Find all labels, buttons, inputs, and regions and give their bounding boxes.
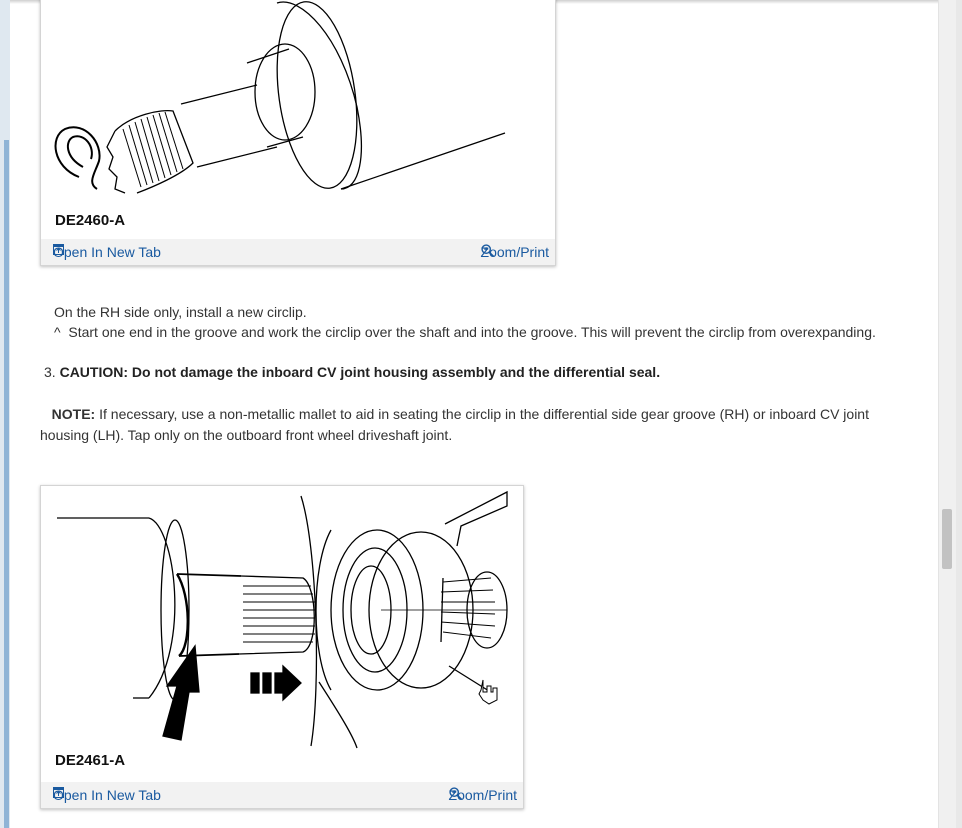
note-paragraph: NOTE: If necessary, use a non-metallic m…	[40, 404, 900, 446]
bullet-text: Start one end in the groove and work the…	[68, 324, 876, 340]
bullet-marker: ^	[54, 324, 61, 340]
magnifier-icon	[448, 787, 462, 800]
figure-caption: DE2460-A	[55, 212, 126, 229]
open-new-tab-icon	[53, 787, 64, 798]
open-new-tab-icon	[53, 244, 64, 255]
figure-caption: DE2461-A	[55, 752, 126, 769]
note-label: NOTE:	[51, 406, 96, 422]
open-in-new-tab-label: Open In New Tab	[53, 244, 161, 260]
figure-toolbar: Open In New Tab Zoom/Print	[41, 239, 555, 265]
left-accent-strip	[4, 140, 9, 828]
step-3-caution: 3. CAUTION: Do not damage the inboard CV…	[44, 362, 660, 383]
figure-de2460: DE2460-A Open In New Tab Zoom/Print	[40, 0, 556, 266]
window-left-edge	[0, 0, 10, 828]
figure-de2461: DE2461-A Open In New Tab Zoom/Print	[40, 485, 524, 809]
open-in-new-tab-link[interactable]: Open In New Tab	[53, 244, 161, 260]
scrollbar-edge	[956, 0, 962, 828]
zoom-print-link[interactable]: Zoom/Print	[481, 244, 549, 260]
hand-pointer-icon	[478, 679, 498, 705]
open-in-new-tab-label: Open In New Tab	[53, 787, 161, 803]
caution-text: CAUTION: Do not damage the inboard CV jo…	[59, 364, 661, 380]
step-number: 3.	[44, 364, 56, 380]
scrollbar-thumb[interactable]	[942, 509, 952, 569]
illustration-shaft-insertion	[57, 490, 508, 749]
step-intro-text: On the RH side only, install a new circl…	[54, 304, 307, 320]
illustration-shaft-circlip	[54, 1, 506, 194]
note-text: If necessary, use a non-metallic mallet …	[40, 406, 869, 443]
magnifier-icon	[480, 244, 494, 257]
bullet-line: ^ Start one end in the groove and work t…	[54, 322, 876, 343]
figure-toolbar: Open In New Tab Zoom/Print	[41, 782, 523, 808]
vertical-scrollbar[interactable]	[938, 0, 962, 828]
open-in-new-tab-link[interactable]: Open In New Tab	[53, 787, 161, 803]
zoom-print-link[interactable]: Zoom/Print	[449, 787, 517, 803]
